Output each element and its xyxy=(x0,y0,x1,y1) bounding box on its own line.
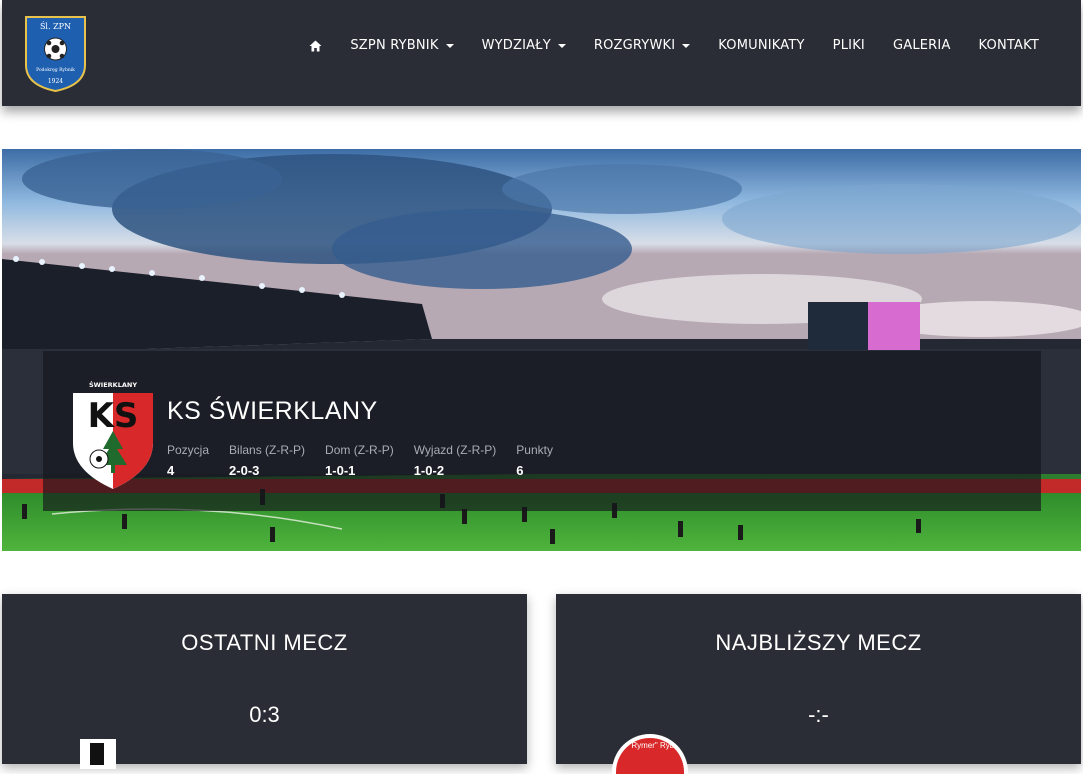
szpn-logo[interactable]: Śl. ZPN Podokręg Rybnik 1924 xyxy=(22,15,89,93)
last-match-panel: OSTATNI MECZ 0:3 xyxy=(2,594,527,769)
nav-komunikaty-label: KOMUNIKATY xyxy=(718,38,805,53)
club-stats: Pozycja 4 Bilans (Z-R-P) 2-0-3 Dom (Z-R-… xyxy=(167,443,553,478)
nav-galeria-label: GALERIA xyxy=(892,38,951,53)
stat-balance-label: Bilans (Z-R-P) xyxy=(229,443,306,457)
nav-galeria[interactable]: GALERIA xyxy=(879,38,965,53)
nav-pliki-label: PLIKI xyxy=(832,38,865,53)
next-match-team-logo-text: KS "Rymer" Rybnik xyxy=(615,741,685,750)
stat-position-label: Pozycja xyxy=(167,443,210,457)
stat-position-value: 4 xyxy=(167,463,175,478)
last-match-team-logo[interactable] xyxy=(80,739,116,769)
stat-points: Punkty 6 xyxy=(516,443,553,478)
home-icon xyxy=(309,40,322,51)
last-match-title: OSTATNI MECZ xyxy=(181,630,348,655)
nav-home[interactable] xyxy=(295,40,336,52)
next-match-title: NAJBLIŻSZY MECZ xyxy=(715,630,922,655)
club-badge-text: ŚWIERKLANY xyxy=(89,380,137,389)
stat-points-value: 6 xyxy=(516,463,524,478)
caret-down-icon xyxy=(682,43,691,48)
next-match-panel: NAJBLIŻSZY MECZ -:- KS "Rymer" Rybnik xyxy=(556,594,1081,774)
club-info-overlay: ŚWIERKLANY KS KS ŚWIERKLANY Pozycja 4 Bi… xyxy=(43,351,1041,511)
logo-year-text: 1924 xyxy=(48,78,63,85)
nav-rozgrywki-label: ROZGRYWKI xyxy=(593,38,676,53)
nav-szpn-rybnik-label: SZPN RYBNIK xyxy=(350,38,439,53)
nav-kontakt-label: KONTAKT xyxy=(978,38,1039,53)
stat-balance-value: 2-0-3 xyxy=(229,463,260,478)
stat-position: Pozycja 4 xyxy=(167,443,209,478)
caret-down-icon xyxy=(445,43,454,48)
nav-wydzialy[interactable]: WYDZIAŁY xyxy=(468,38,580,53)
nav-kontakt[interactable]: KONTAKT xyxy=(965,38,1053,53)
last-match-score: 0:3 xyxy=(249,702,280,727)
nav-pliki[interactable]: PLIKI xyxy=(819,38,879,53)
nav-rozgrywki[interactable]: ROZGRYWKI xyxy=(580,38,704,53)
nav-komunikaty[interactable]: KOMUNIKATY xyxy=(704,38,818,53)
next-match-score: -:- xyxy=(808,702,829,727)
stat-away-label: Wyjazd (Z-R-P) xyxy=(413,443,497,457)
main-menu: SZPN RYBNIK WYDZIAŁY ROZGRYWKI KOMUNIKAT… xyxy=(295,38,1053,53)
nav-szpn-rybnik[interactable]: SZPN RYBNIK xyxy=(336,38,467,53)
stat-home-label: Dom (Z-R-P) xyxy=(325,443,394,457)
logo-middle-text: Podokręg Rybnik xyxy=(36,67,75,73)
stadium-hero: ŚWIERKLANY KS KS ŚWIERKLANY Pozycja 4 Bi… xyxy=(2,149,1081,551)
stat-points-label: Punkty xyxy=(516,443,553,457)
stat-home: Dom (Z-R-P) 1-0-1 xyxy=(325,443,394,478)
stat-away-value: 1-0-2 xyxy=(413,463,445,478)
caret-down-icon xyxy=(557,43,566,48)
club-badge-logo: ŚWIERKLANY KS xyxy=(73,380,153,489)
stat-away: Wyjazd (Z-R-P) 1-0-2 xyxy=(414,443,497,478)
club-name: KS ŚWIERKLANY xyxy=(167,397,378,425)
stat-home-value: 1-0-1 xyxy=(325,463,356,478)
stat-balance: Bilans (Z-R-P) 2-0-3 xyxy=(229,443,305,478)
club-badge-letters: KS xyxy=(88,396,139,436)
next-match-team-logo[interactable]: KS "Rymer" Rybnik xyxy=(612,734,688,774)
nav-wydzialy-label: WYDZIAŁY xyxy=(481,38,551,53)
logo-top-text: Śl. ZPN xyxy=(40,22,71,31)
top-navbar: Śl. ZPN Podokręg Rybnik 1924 SZPN RYBNIK… xyxy=(2,0,1081,106)
